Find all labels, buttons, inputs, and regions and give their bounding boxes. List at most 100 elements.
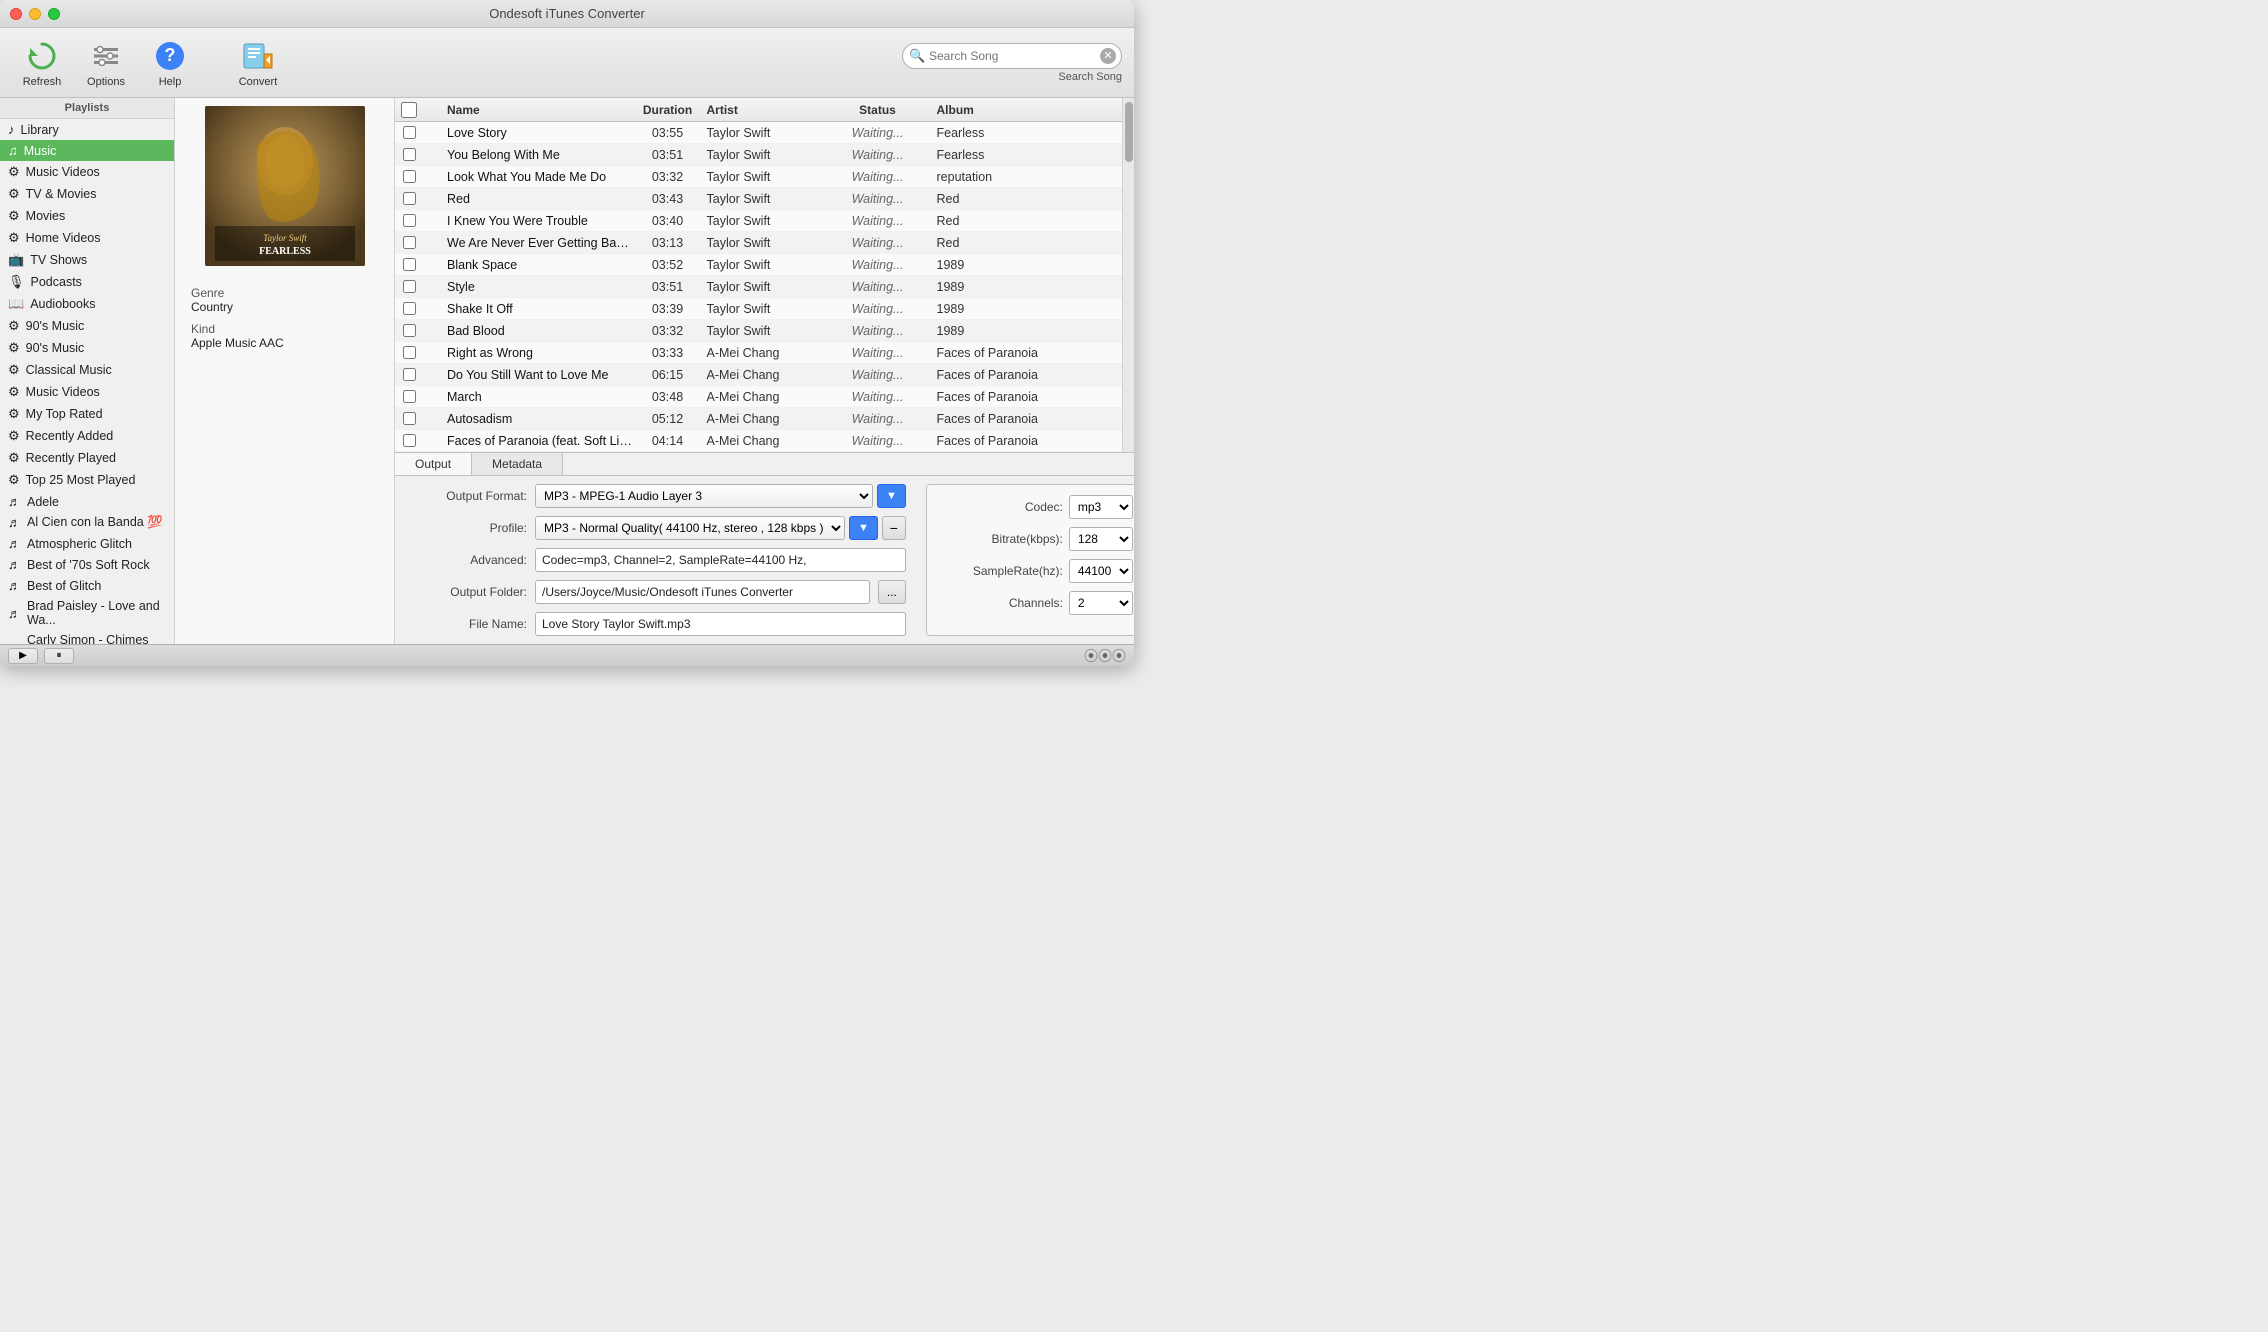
row-checkbox[interactable]	[403, 302, 416, 315]
profile-dropdown-btn[interactable]: ▼	[849, 516, 878, 540]
tab-metadata[interactable]: Metadata	[472, 453, 563, 475]
play-button[interactable]: ▶	[8, 648, 38, 664]
table-row[interactable]: We Are Never Ever Getting Back Tog...03:…	[395, 232, 1122, 254]
convert-button[interactable]: Convert	[228, 34, 288, 92]
status-col-header: Status	[823, 103, 933, 117]
row-checkbox[interactable]	[403, 434, 416, 447]
help-button[interactable]: ? Help	[140, 34, 200, 92]
sidebar-item-best-70s[interactable]: ♬Best of '70s Soft Rock	[0, 554, 174, 575]
refresh-button[interactable]: Refresh	[12, 34, 72, 92]
sidebar-item-movies[interactable]: ⚙Movies	[0, 205, 174, 227]
table-row[interactable]: Look What You Made Me Do03:32Taylor Swif…	[395, 166, 1122, 188]
pause-button[interactable]: ⏸	[44, 648, 74, 664]
sidebar-item-brad-paisley[interactable]: ♬Brad Paisley - Love and Wa...	[0, 596, 174, 630]
channels-row: Channels: 2 ▼	[943, 591, 1134, 615]
table-row[interactable]: Faces of Paranoia (feat. Soft Lipa)04:14…	[395, 430, 1122, 452]
row-checkbox[interactable]	[403, 192, 416, 205]
bitrate-select[interactable]: 128	[1069, 527, 1133, 551]
artist-col-header: Artist	[703, 103, 823, 117]
sidebar-item-90s-music-1[interactable]: ⚙90's Music	[0, 315, 174, 337]
table-row[interactable]: Red03:43Taylor SwiftWaiting...Red	[395, 188, 1122, 210]
sidebar-item-classical-music[interactable]: ⚙Classical Music	[0, 359, 174, 381]
table-row[interactable]: Do You Still Want to Love Me06:15A-Mei C…	[395, 364, 1122, 386]
row-checkbox[interactable]	[403, 368, 416, 381]
sidebar-icon-music-videos-2: ⚙	[8, 384, 20, 400]
sidebar-item-tv-movies[interactable]: ⚙TV & Movies	[0, 183, 174, 205]
track-artist: Taylor Swift	[703, 192, 823, 206]
row-checkbox[interactable]	[403, 170, 416, 183]
row-checkbox[interactable]	[403, 236, 416, 249]
sidebar-item-carly-simon[interactable]: ♬Carly Simon - Chimes of...	[0, 630, 174, 644]
sidebar-item-music-videos[interactable]: ⚙Music Videos	[0, 161, 174, 183]
search-input[interactable]	[902, 43, 1122, 69]
tab-output[interactable]: Output	[395, 453, 472, 475]
row-checkbox[interactable]	[403, 346, 416, 359]
row-checkbox[interactable]	[403, 412, 416, 425]
file-name-input[interactable]	[535, 612, 906, 636]
sidebar-item-best-glitch[interactable]: ♬Best of Glitch	[0, 575, 174, 596]
table-row[interactable]: Love Story03:55Taylor SwiftWaiting...Fea…	[395, 122, 1122, 144]
row-checkbox-wrap	[395, 236, 423, 249]
table-row[interactable]: March03:48A-Mei ChangWaiting...Faces of …	[395, 386, 1122, 408]
profile-select[interactable]: MP3 - Normal Quality( 44100 Hz, stereo ,…	[535, 516, 845, 540]
sidebar-item-tv-shows[interactable]: 📺TV Shows	[0, 249, 174, 271]
channels-select[interactable]: 2	[1069, 591, 1133, 615]
sidebar-item-recently-added[interactable]: ⚙Recently Added	[0, 425, 174, 447]
sidebar-label-audiobooks: Audiobooks	[30, 297, 95, 311]
sidebar-item-home-videos[interactable]: ⚙Home Videos	[0, 227, 174, 249]
adjust-icon[interactable]: ⦿⦿⦿	[1084, 646, 1126, 666]
minimize-button[interactable]	[29, 8, 41, 20]
browse-button[interactable]: ...	[878, 580, 906, 604]
close-button[interactable]	[10, 8, 22, 20]
sidebar-item-audiobooks[interactable]: 📖Audiobooks	[0, 293, 174, 315]
output-folder-input[interactable]	[535, 580, 870, 604]
table-row[interactable]: Style03:51Taylor SwiftWaiting...1989	[395, 276, 1122, 298]
row-checkbox-wrap	[395, 192, 423, 205]
sidebar-item-music-videos-2[interactable]: ⚙Music Videos	[0, 381, 174, 403]
select-all-checkbox[interactable]	[401, 102, 417, 118]
row-checkbox[interactable]	[403, 258, 416, 271]
profile-minus-btn[interactable]: −	[882, 516, 906, 540]
table-row[interactable]: Blank Space03:52Taylor SwiftWaiting...19…	[395, 254, 1122, 276]
sidebar-label-al-cien: Al Cien con la Banda 💯	[27, 515, 163, 530]
sidebar-item-recently-played[interactable]: ⚙Recently Played	[0, 447, 174, 469]
table-row[interactable]: I Knew You Were Trouble03:40Taylor Swift…	[395, 210, 1122, 232]
sidebar-item-90s-music-2[interactable]: ⚙90's Music	[0, 337, 174, 359]
sidebar-label-top-25: Top 25 Most Played	[26, 473, 136, 487]
sidebar-item-top-25[interactable]: ⚙Top 25 Most Played	[0, 469, 174, 491]
search-clear-button[interactable]: ✕	[1100, 48, 1116, 64]
sidebar-label-home-videos: Home Videos	[26, 231, 101, 245]
sample-rate-select[interactable]: 44100	[1069, 559, 1133, 583]
sidebar-item-atmospheric-glitch[interactable]: ♬Atmospheric Glitch	[0, 533, 174, 554]
sidebar-item-adele[interactable]: ♬Adele	[0, 491, 174, 512]
table-row[interactable]: Autosadism05:12A-Mei ChangWaiting...Face…	[395, 408, 1122, 430]
codec-select[interactable]: mp3	[1069, 495, 1133, 519]
sidebar-item-my-top-rated[interactable]: ⚙My Top Rated	[0, 403, 174, 425]
track-duration: 03:48	[633, 390, 703, 404]
output-format-label: Output Format:	[407, 489, 527, 503]
table-row[interactable]: Bad Blood03:32Taylor SwiftWaiting...1989	[395, 320, 1122, 342]
advanced-input[interactable]	[535, 548, 906, 572]
row-checkbox[interactable]	[403, 324, 416, 337]
options-button[interactable]: Options	[76, 34, 136, 92]
table-row[interactable]: Shake It Off03:39Taylor SwiftWaiting...1…	[395, 298, 1122, 320]
sidebar-item-al-cien[interactable]: ♬Al Cien con la Banda 💯	[0, 512, 174, 533]
track-duration: 03:40	[633, 214, 703, 228]
scrollbar[interactable]	[1122, 98, 1134, 452]
maximize-button[interactable]	[48, 8, 60, 20]
output-format-select[interactable]: MP3 - MPEG-1 Audio Layer 3	[535, 484, 873, 508]
table-row[interactable]: Right as Wrong03:33A-Mei ChangWaiting...…	[395, 342, 1122, 364]
settings-left: Output Format: MP3 - MPEG-1 Audio Layer …	[407, 484, 906, 636]
output-format-dropdown-btn[interactable]: ▼	[877, 484, 906, 508]
sidebar-label-tv-movies: TV & Movies	[26, 187, 97, 201]
sidebar-item-music[interactable]: ♫Music	[0, 140, 174, 161]
sidebar-item-podcasts[interactable]: 🎙Podcasts	[0, 271, 174, 293]
sidebar-item-library[interactable]: ♪Library	[0, 119, 174, 140]
row-checkbox[interactable]	[403, 214, 416, 227]
row-checkbox[interactable]	[403, 390, 416, 403]
row-checkbox[interactable]	[403, 148, 416, 161]
table-row[interactable]: You Belong With Me03:51Taylor SwiftWaiti…	[395, 144, 1122, 166]
row-checkbox-wrap	[395, 346, 423, 359]
row-checkbox[interactable]	[403, 126, 416, 139]
row-checkbox[interactable]	[403, 280, 416, 293]
